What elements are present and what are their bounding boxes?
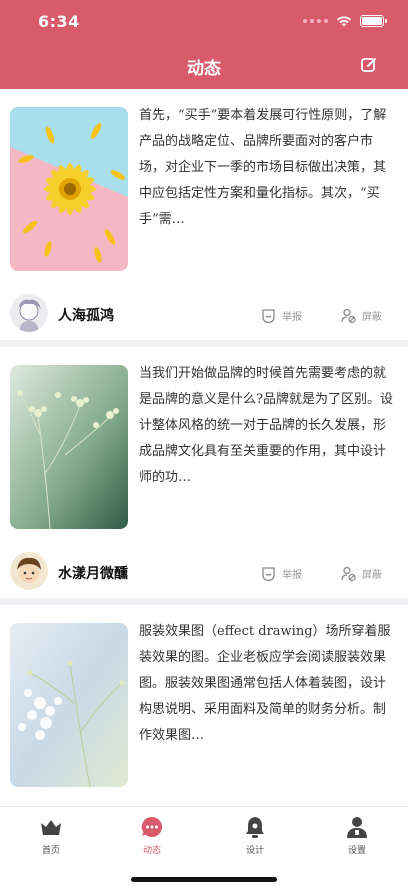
- crown-icon: [41, 820, 61, 835]
- header-bar: 6:34 动态: [0, 0, 408, 89]
- avatar[interactable]: [10, 294, 48, 332]
- wifi-icon: [337, 16, 351, 27]
- report-label: 举报: [282, 312, 302, 323]
- post-image[interactable]: [10, 107, 128, 271]
- signal-icon: [303, 19, 328, 23]
- block-label: 屏蔽: [362, 570, 382, 581]
- block-label: 屏蔽: [362, 312, 382, 323]
- tab-bar: 首页 动态 设计 设置: [0, 806, 408, 890]
- page-title: 动态: [187, 59, 221, 79]
- status-icons: [303, 15, 387, 27]
- edit-icon[interactable]: [360, 56, 378, 74]
- tab-settings[interactable]: 设置: [327, 815, 387, 856]
- status-bar: 6:34: [0, 0, 408, 44]
- post-text[interactable]: 首先，“买手”要本着发展可行性原则，了解产品的战略定位、品牌所要面对的客户市场，…: [139, 103, 397, 233]
- post-text[interactable]: 当我们开始做品牌的时候首先需要考虑的就是品牌的意义是什么?品牌就是为了区别。设计…: [139, 361, 397, 491]
- username[interactable]: 人海孤鸿: [58, 305, 114, 325]
- block-user-icon: [341, 308, 356, 324]
- block-button[interactable]: 屏蔽: [340, 307, 382, 324]
- report-label: 举报: [282, 570, 302, 581]
- avatar[interactable]: [10, 552, 48, 590]
- post-card[interactable]: 当我们开始做品牌的时候首先需要考虑的就是品牌的意义是什么?品牌就是为了区别。设计…: [0, 347, 408, 598]
- shield-icon: [262, 567, 275, 582]
- username[interactable]: 水漾月微醺: [58, 563, 128, 583]
- tab-label: 首页: [41, 846, 60, 856]
- post-text[interactable]: 服装效果图（effect drawing）场所穿着服装效果的图。企业老板应学会阅…: [139, 619, 397, 749]
- tab-label: 设计: [245, 846, 264, 856]
- block-user-icon: [341, 566, 356, 582]
- feed-list[interactable]: 首先，“买手”要本着发展可行性原则，了解产品的战略定位、品牌所要面对的客户市场，…: [0, 89, 408, 806]
- chat-bubble-icon: [141, 816, 162, 837]
- report-button[interactable]: 举报: [260, 565, 302, 582]
- report-button[interactable]: 举报: [260, 307, 302, 324]
- tab-label: 设置: [347, 846, 366, 856]
- status-time: 6:34: [38, 12, 80, 31]
- tab-home[interactable]: 首页: [21, 815, 81, 856]
- tab-label: 动态: [142, 846, 161, 856]
- post-image[interactable]: [10, 623, 128, 787]
- person-icon: [347, 817, 367, 838]
- home-indicator: [131, 877, 277, 882]
- battery-icon: [360, 15, 387, 27]
- block-button[interactable]: 屏蔽: [340, 565, 382, 582]
- bell-icon: [246, 817, 264, 838]
- shield-icon: [262, 309, 275, 324]
- post-image[interactable]: [10, 365, 128, 529]
- post-card[interactable]: 首先，“买手”要本着发展可行性原则，了解产品的战略定位、品牌所要面对的客户市场，…: [0, 89, 408, 340]
- post-card[interactable]: 服装效果图（effect drawing）场所穿着服装效果的图。企业老板应学会阅…: [0, 605, 408, 806]
- tab-feed[interactable]: 动态: [122, 815, 182, 856]
- tab-design[interactable]: 设计: [225, 815, 285, 856]
